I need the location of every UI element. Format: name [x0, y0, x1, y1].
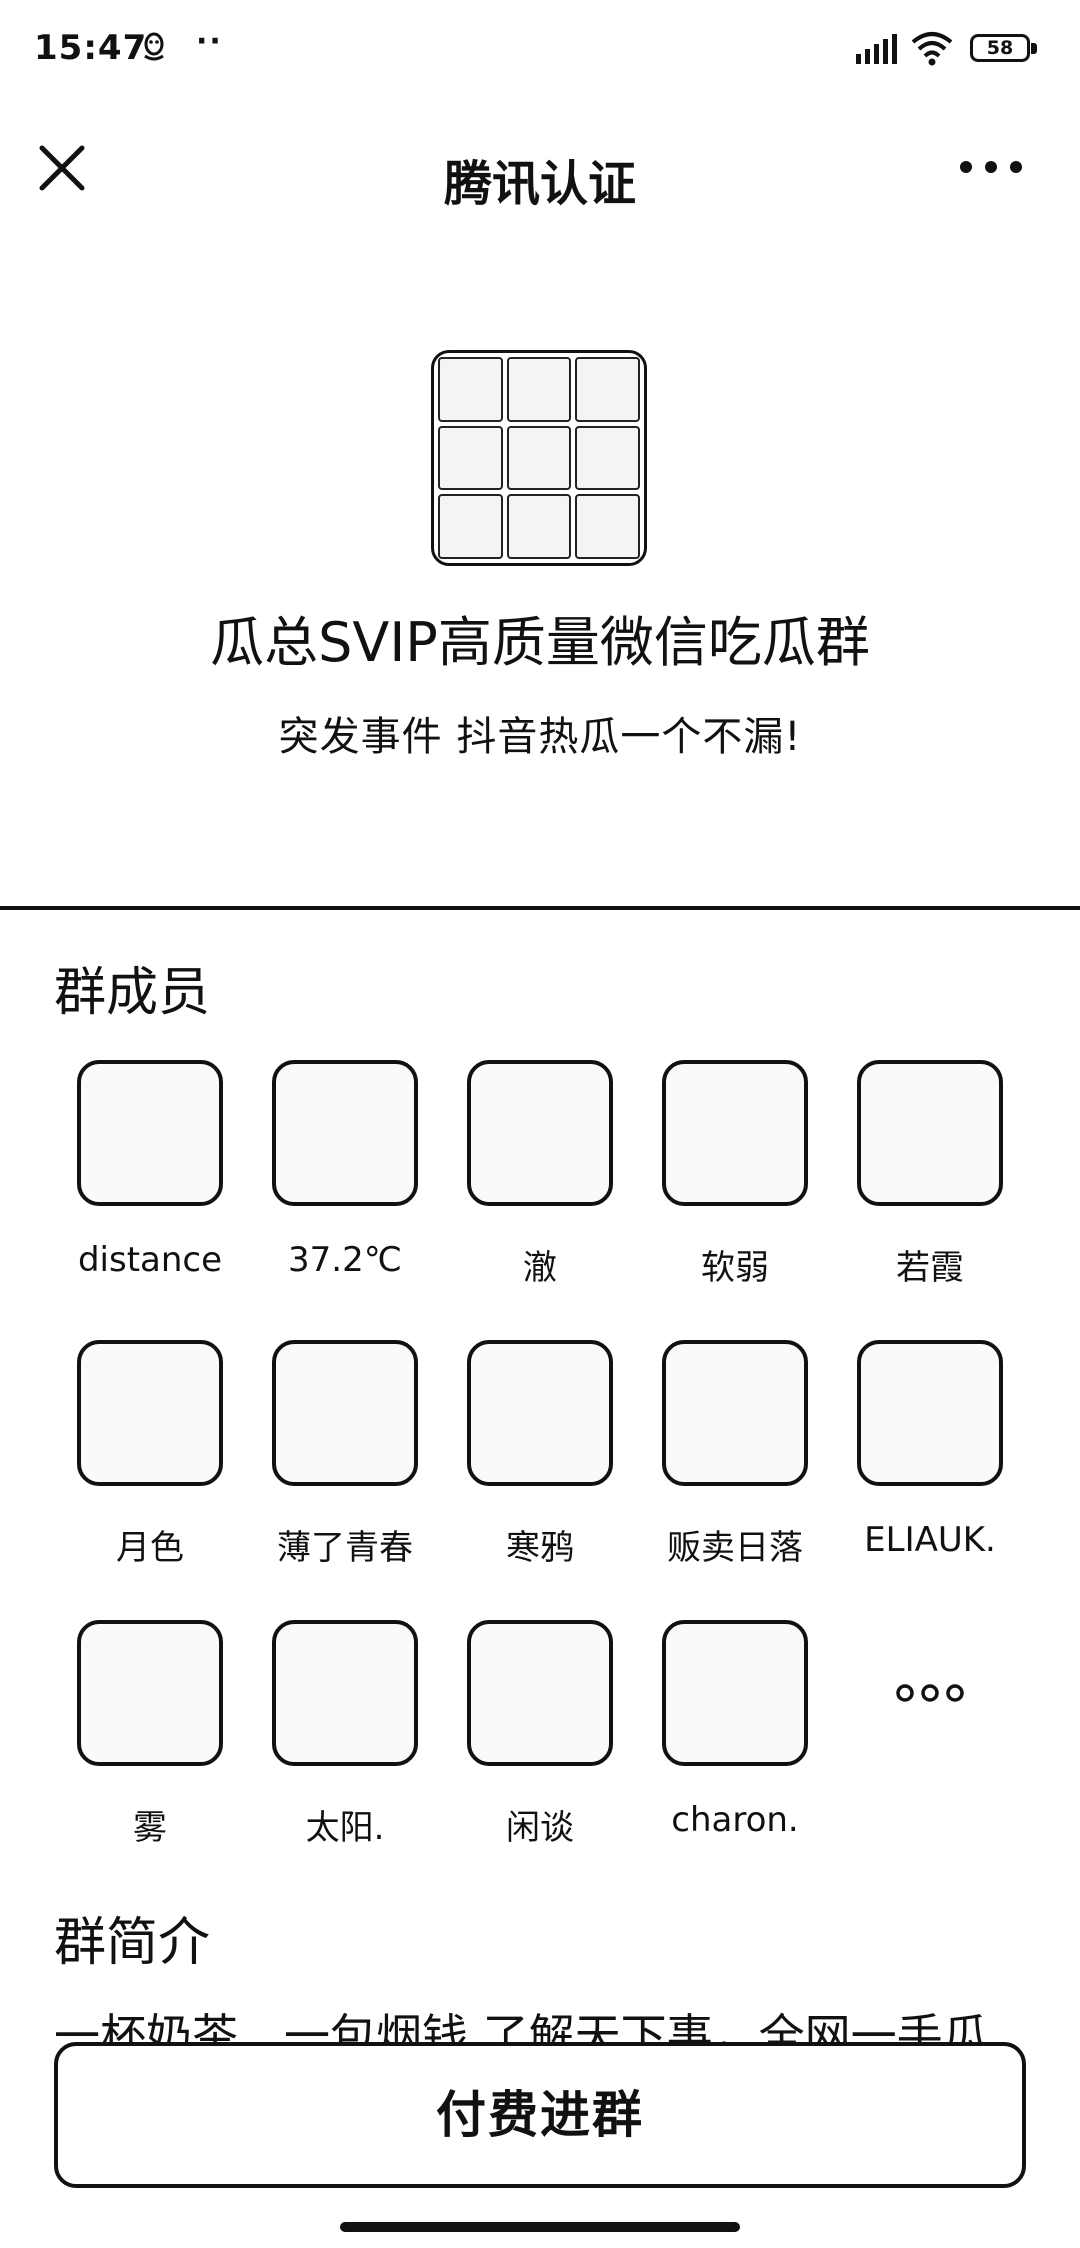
member-name: distance	[77, 1240, 223, 1280]
section-divider	[0, 906, 1080, 910]
member-avatar	[662, 1060, 808, 1206]
status-more-dots: ··	[196, 24, 223, 59]
member-item[interactable]: 37.2℃	[250, 1060, 440, 1280]
status-time: 15:47	[34, 28, 148, 68]
member-avatar	[467, 1340, 613, 1486]
member-name: 月色	[116, 1528, 184, 1568]
group-avatar-tile	[438, 425, 503, 491]
battery-level: 58	[986, 37, 1014, 59]
group-avatar-tile	[575, 494, 640, 559]
member-avatar	[272, 1060, 418, 1206]
member-item[interactable]: ELIAUK.	[835, 1340, 1025, 1560]
group-avatar-tile	[438, 357, 503, 422]
member-avatar	[467, 1060, 613, 1206]
member-item[interactable]: 贩卖日落	[640, 1340, 830, 1569]
group-avatar-tile	[438, 494, 503, 559]
group-tagline: 突发事件 抖音热瓜一个不漏!	[278, 714, 802, 760]
group-avatar-tile	[575, 357, 640, 422]
member-name: 寒鸦	[506, 1528, 574, 1568]
member-avatar	[857, 1060, 1003, 1206]
member-item[interactable]: 若霞	[835, 1060, 1025, 1289]
member-avatar	[662, 1620, 808, 1766]
wifi-icon	[911, 32, 953, 66]
member-item[interactable]: 薄了青春	[250, 1340, 440, 1569]
signal-icon	[856, 34, 897, 64]
member-name: 雾	[133, 1808, 167, 1848]
member-item[interactable]: distance	[55, 1060, 245, 1280]
member-avatar	[467, 1620, 613, 1766]
pay-to-join-button[interactable]: 付费进群	[54, 2042, 1026, 2188]
member-name: 若霞	[896, 1248, 964, 1288]
member-name: charon.	[671, 1800, 799, 1840]
member-name: 闲谈	[506, 1808, 574, 1848]
member-item[interactable]: 寒鸦	[445, 1340, 635, 1569]
member-name: 薄了青春	[277, 1528, 413, 1568]
group-avatar-tile	[506, 494, 572, 559]
members-section-title: 群成员	[54, 963, 211, 1023]
more-icon[interactable]	[956, 152, 1026, 182]
nav-bar: 腾讯认证	[0, 100, 1080, 230]
group-avatar	[431, 350, 647, 566]
member-name: 贩卖日落	[667, 1528, 803, 1568]
group-avatar-tile	[506, 425, 572, 491]
group-avatar-tile	[506, 357, 572, 422]
member-avatar	[77, 1340, 223, 1486]
intro-section-title: 群简介	[54, 1913, 211, 1973]
qq-penguin-icon	[144, 32, 164, 61]
member-avatar	[272, 1620, 418, 1766]
battery-icon: 58	[970, 34, 1040, 64]
member-item[interactable]: 澈	[445, 1060, 635, 1289]
member-item[interactable]: charon.	[640, 1620, 830, 1840]
home-indicator[interactable]	[340, 2222, 740, 2232]
member-item[interactable]: 雾	[55, 1620, 245, 1849]
more-members-icon[interactable]	[835, 1620, 1025, 1766]
member-avatar	[857, 1340, 1003, 1486]
member-name: ELIAUK.	[864, 1520, 996, 1560]
member-name: 太阳.	[305, 1808, 385, 1848]
member-avatar	[77, 1620, 223, 1766]
member-item[interactable]: 月色	[55, 1340, 245, 1569]
member-item[interactable]: 闲谈	[445, 1620, 635, 1849]
group-name: 瓜总SVIP高质量微信吃瓜群	[210, 611, 870, 674]
member-avatar	[77, 1060, 223, 1206]
page-title: 腾讯认证	[443, 156, 636, 212]
member-name: 软弱	[701, 1248, 769, 1288]
member-avatar	[272, 1340, 418, 1486]
member-name: 澈	[523, 1248, 557, 1288]
member-name: 37.2℃	[288, 1240, 402, 1280]
status-bar: 15:47 ·· 58	[0, 0, 1080, 100]
member-item[interactable]: 太阳.	[250, 1620, 440, 1849]
member-item[interactable]: 软弱	[640, 1060, 830, 1289]
member-avatar	[662, 1340, 808, 1486]
group-avatar-tile	[575, 425, 640, 491]
